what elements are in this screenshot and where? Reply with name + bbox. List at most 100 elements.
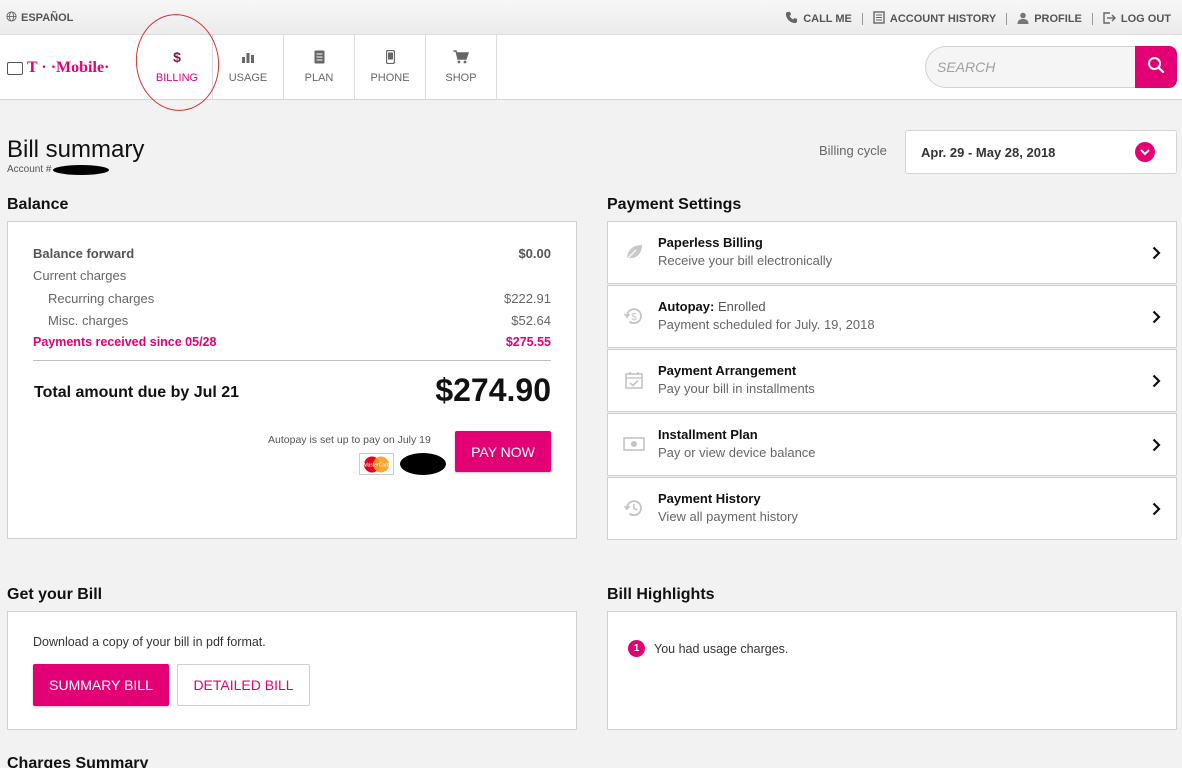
highlight-text: You had usage charges. xyxy=(654,641,789,656)
balance-heading: Balance xyxy=(7,196,69,213)
card-brand-text: MasterCard xyxy=(363,462,389,468)
payment-arrangement-title: Payment Arrangement xyxy=(658,363,797,378)
utility-bar: ESPAÑOL CALL ME ACCOUNT HISTORY PROFILE xyxy=(0,0,1182,35)
language-switch[interactable]: ESPAÑOL xyxy=(6,11,73,25)
charges-summary-heading: Charges Summary xyxy=(7,755,149,768)
misc-charges-label: Misc. charges xyxy=(48,313,129,328)
recurring-charges-label: Recurring charges xyxy=(48,291,155,306)
tab-usage[interactable]: USAGE xyxy=(213,35,284,99)
divider xyxy=(1006,13,1008,25)
paperless-subtitle: Receive your bill electronically xyxy=(658,253,833,268)
redaction-mark xyxy=(400,453,446,475)
autopay-dollar-icon: $ xyxy=(622,304,646,328)
phone-device-icon xyxy=(385,50,395,64)
current-charges-row: Current charges xyxy=(33,268,551,283)
document-icon xyxy=(873,11,885,27)
installment-plan-title: Installment Plan xyxy=(658,427,758,442)
divider xyxy=(1091,13,1093,25)
payments-received-value: $275.55 xyxy=(505,335,551,349)
misc-charges-row: Misc. charges $52.64 xyxy=(48,313,551,328)
utility-nav: CALL ME ACCOUNT HISTORY PROFILE LOG OUT xyxy=(785,11,1171,27)
payment-arrangement-subtitle: Pay your bill in installments xyxy=(658,381,815,396)
log-out-link[interactable]: LOG OUT xyxy=(1103,11,1171,27)
payment-settings-heading: Payment Settings xyxy=(607,196,742,213)
cart-icon xyxy=(453,50,469,64)
chevron-right-icon xyxy=(1152,438,1161,457)
chevron-right-icon xyxy=(1152,310,1161,329)
balance-forward-label: Balance forward xyxy=(33,246,135,261)
main-nav: $ BILLING USAGE PLAN PHONE SHOP xyxy=(142,35,497,99)
balance-card: Balance forward $0.00 Current charges Re… xyxy=(7,221,577,539)
search-icon xyxy=(1147,56,1165,79)
page-title: Bill summary xyxy=(7,136,145,163)
search-button[interactable] xyxy=(1135,46,1177,88)
tab-shop-label: SHOP xyxy=(445,72,477,84)
summary-bill-button[interactable]: SUMMARY BILL xyxy=(33,664,169,706)
account-history-label: ACCOUNT HISTORY xyxy=(889,13,997,25)
payment-arrangement-item[interactable]: Payment Arrangement Pay your bill in ins… xyxy=(607,349,1177,412)
installment-plan-item[interactable]: Installment Plan Pay or view device bala… xyxy=(607,413,1177,476)
globe-icon xyxy=(6,11,17,25)
current-charges-label: Current charges xyxy=(33,268,127,283)
payment-history-item[interactable]: Payment History View all payment history xyxy=(607,477,1177,540)
autopay-item[interactable]: $ Autopay: Enrolled Payment scheduled fo… xyxy=(607,285,1177,348)
billing-cycle-label: Billing cycle xyxy=(819,143,887,158)
total-due-amount: $274.90 xyxy=(435,372,551,408)
misc-charges-value: $52.64 xyxy=(511,313,551,328)
bill-highlights-heading: Bill Highlights xyxy=(607,586,715,603)
chevron-right-icon xyxy=(1152,502,1161,521)
tab-billing-label: BILLING xyxy=(155,72,199,84)
account-label: Account # xyxy=(7,164,52,175)
divider xyxy=(861,13,863,25)
plan-icon xyxy=(314,50,325,64)
call-me-link[interactable]: CALL ME xyxy=(785,11,852,27)
chevron-down-icon xyxy=(1135,142,1155,162)
recurring-charges-value: $222.91 xyxy=(504,291,551,306)
highlight-number-badge: 1 xyxy=(628,640,645,657)
paperless-billing-item[interactable]: Paperless Billing Receive your bill elec… xyxy=(607,221,1177,284)
payment-history-subtitle: View all payment history xyxy=(658,509,798,524)
redaction-mark xyxy=(53,164,110,175)
tmobile-logo[interactable]: T · ·Mobile· xyxy=(7,59,109,77)
tab-billing[interactable]: $ BILLING xyxy=(142,35,213,99)
tab-plan-label: PLAN xyxy=(304,72,334,84)
installment-plan-subtitle: Pay or view device balance xyxy=(658,445,816,460)
autopay-note: Autopay is set up to pay on July 19 xyxy=(268,434,431,446)
autopay-status: Enrolled xyxy=(714,299,766,314)
payment-history-title: Payment History xyxy=(658,491,761,506)
billing-cycle-select[interactable]: Apr. 29 - May 28, 2018 xyxy=(905,130,1177,174)
account-number: Account # xyxy=(7,164,110,175)
log-out-label: LOG OUT xyxy=(1120,13,1171,25)
chevron-right-icon xyxy=(1152,246,1161,265)
profile-link[interactable]: PROFILE xyxy=(1017,12,1082,27)
tab-plan[interactable]: PLAN xyxy=(284,35,355,99)
highlight-item: 1 You had usage charges. xyxy=(628,640,788,657)
payments-received-label: Payments received since 05/28 xyxy=(33,335,217,349)
get-bill-heading: Get your Bill xyxy=(7,586,103,603)
tab-shop[interactable]: SHOP xyxy=(426,35,497,99)
autopay-title-label: Autopay: xyxy=(658,299,715,314)
mastercard-icon: MasterCard xyxy=(359,453,394,475)
billing-cycle-value: Apr. 29 - May 28, 2018 xyxy=(921,144,1056,160)
profile-label: PROFILE xyxy=(1034,13,1082,25)
phone-icon xyxy=(785,11,798,27)
bar-chart-icon xyxy=(240,50,256,64)
autopay-title: Autopay: Enrolled xyxy=(658,299,766,314)
pay-now-button[interactable]: PAY NOW xyxy=(455,431,551,472)
brand-name: T · ·Mobile· xyxy=(27,59,110,76)
logo-mark-icon xyxy=(7,61,23,75)
svg-text:$: $ xyxy=(631,312,637,323)
account-history-link[interactable]: ACCOUNT HISTORY xyxy=(873,11,996,27)
history-icon xyxy=(622,496,646,520)
balance-forward-value: $0.00 xyxy=(518,246,551,261)
person-icon xyxy=(1017,12,1029,27)
chevron-right-icon xyxy=(1152,374,1161,393)
main-header: T · ·Mobile· $ BILLING USAGE PLAN PHONE xyxy=(0,35,1182,100)
tab-phone[interactable]: PHONE xyxy=(355,35,426,99)
dollar-icon: $ xyxy=(173,49,181,65)
recurring-charges-row: Recurring charges $222.91 xyxy=(48,291,551,306)
tab-usage-label: USAGE xyxy=(228,72,268,84)
detailed-bill-button[interactable]: DETAILED BILL xyxy=(177,664,310,706)
search-input[interactable] xyxy=(925,46,1135,88)
language-label: ESPAÑOL xyxy=(21,12,74,24)
